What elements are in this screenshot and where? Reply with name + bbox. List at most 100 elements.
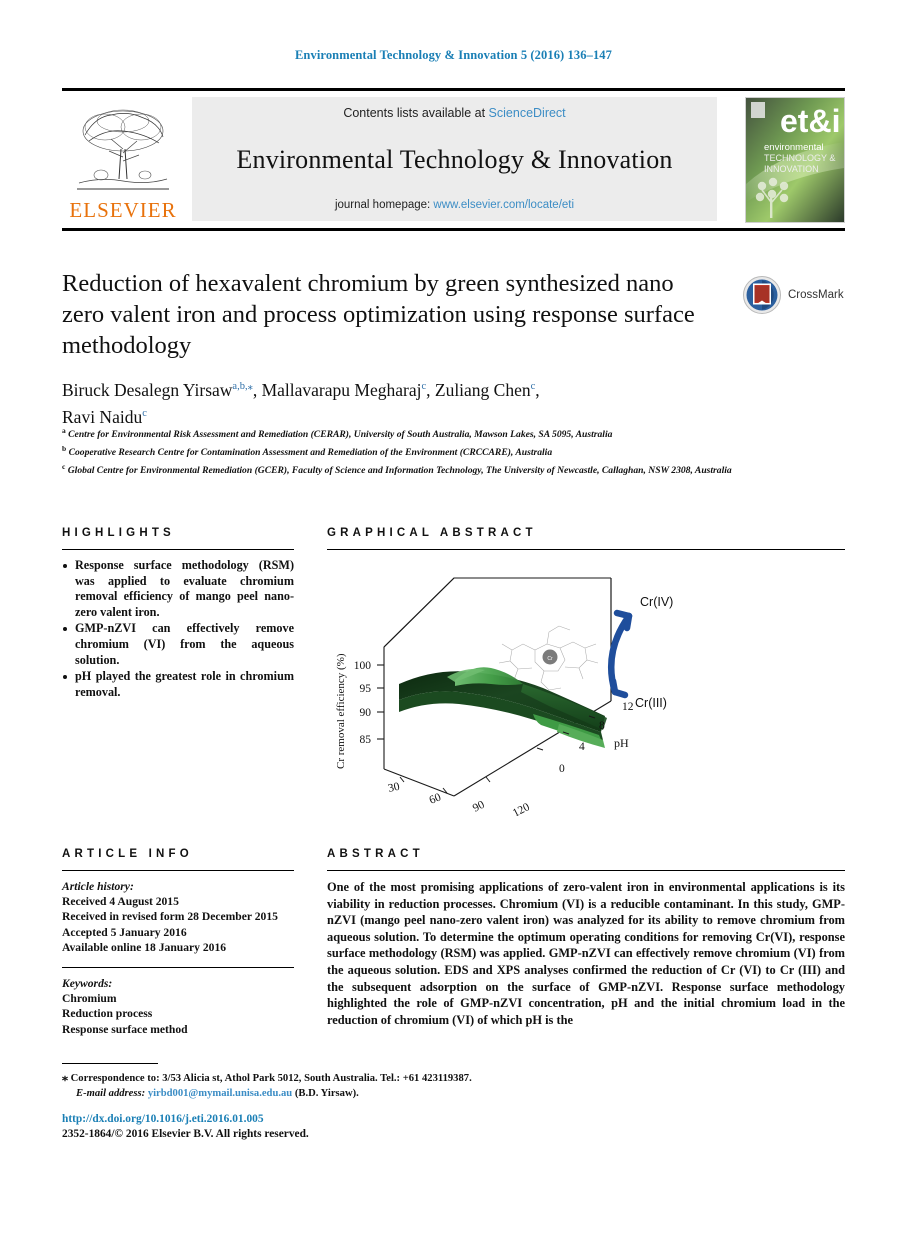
keyword-1: Reduction process xyxy=(62,1007,153,1021)
article-history-block: Article history: Received 4 August 2015 … xyxy=(62,879,294,955)
contents-available-line: Contents lists available at ScienceDirec… xyxy=(343,106,565,120)
elsevier-wordmark: ELSEVIER xyxy=(69,198,177,222)
surface-plot-3d: 100 95 90 85 Cr removal efficiency (%) 3… xyxy=(335,577,673,839)
sciencedirect-link[interactable]: ScienceDirect xyxy=(489,106,566,120)
affiliation-b: b Cooperative Research Centre for Contam… xyxy=(62,442,762,460)
annotation-cr-iv: Cr(IV) xyxy=(640,595,673,609)
author-name: Biruck Desalegn Yirsaw xyxy=(62,379,233,400)
graphical-abstract-section: GRAPHICAL ABSTRACT 100 95 90 85 Cr remov… xyxy=(327,527,845,839)
y-tick-8: 8 xyxy=(599,720,605,732)
journal-band: Contents lists available at ScienceDirec… xyxy=(192,97,717,221)
crossmark-badge[interactable]: CrossMark xyxy=(742,272,847,318)
author-list: Biruck Desalegn Yirsawa,b,⁎, Mallavarapu… xyxy=(62,375,762,429)
author-sep: , xyxy=(535,379,540,400)
footnote-star: ⁎ xyxy=(62,1070,68,1084)
article-info-section: ARTICLE INFO Article history: Received 4… xyxy=(62,848,294,1037)
journal-homepage-link[interactable]: www.elsevier.com/locate/eti xyxy=(433,199,574,211)
keyword-2: Response surface method xyxy=(62,1022,188,1036)
author-affil-marker: c xyxy=(142,407,147,419)
list-item: pH played the greatest role in chromium … xyxy=(62,669,294,700)
z-tick-95: 95 xyxy=(360,683,372,695)
contents-prefix: Contents lists available at xyxy=(343,106,486,120)
article-history-label: Article history: xyxy=(62,880,134,893)
email-label: E-mail address: xyxy=(76,1087,146,1099)
article-first-page: Environmental Technology & Innovation 5 … xyxy=(0,0,907,1238)
author-sep: , xyxy=(426,379,435,400)
svg-text:TECHNOLOGY &: TECHNOLOGY & xyxy=(764,153,835,163)
author-name: Zuliang Chen xyxy=(434,379,531,400)
affiliation-marker: a xyxy=(62,426,66,435)
author-name: Mallavarapu Megharaj xyxy=(261,379,422,400)
crossmark-icon xyxy=(743,276,781,314)
graphical-abstract-divider xyxy=(327,549,845,550)
affiliation-text: Cooperative Research Centre for Contamin… xyxy=(68,446,553,458)
y-axis-label: pH xyxy=(614,736,629,750)
highlights-divider xyxy=(62,549,294,550)
x-tick-120: 120 xyxy=(511,801,532,816)
x-tick-60: 60 xyxy=(428,791,443,807)
running-head: Environmental Technology & Innovation 5 … xyxy=(294,48,612,62)
history-online: Available online 18 January 2016 xyxy=(62,940,227,954)
keyword-0: Chromium xyxy=(62,992,117,1006)
affiliation-marker: c xyxy=(62,461,66,471)
correspondence-note: ⁎ Correspondence to: 3/53 Alicia st, Ath… xyxy=(62,1070,682,1101)
affiliation-a: a Centre for Environmental Risk Assessme… xyxy=(62,424,762,442)
z-tick-100: 100 xyxy=(354,660,372,672)
history-accepted: Accepted 5 January 2016 xyxy=(62,925,187,939)
footnote-rule xyxy=(62,1063,158,1064)
reduction-arrow xyxy=(607,609,633,699)
keywords-divider xyxy=(62,967,294,969)
keywords-block: Keywords: Chromium Reduction process Res… xyxy=(62,976,294,1037)
author-affil-marker: a,b,⁎ xyxy=(232,381,253,392)
article-info-heading: ARTICLE INFO xyxy=(62,848,193,860)
affiliation-marker: b xyxy=(62,443,67,453)
highlights-section: HIGHLIGHTS Response surface methodology … xyxy=(62,527,294,701)
email-suffix: (B.D. Yirsaw). xyxy=(294,1087,359,1099)
abstract-divider xyxy=(327,870,845,871)
abstract-section: ABSTRACT One of the most promising appli… xyxy=(327,848,845,1028)
affiliation-c: c Global Centre for Environmental Remedi… xyxy=(62,460,762,478)
elsevier-tree-icon xyxy=(77,109,169,190)
z-tick-85: 85 xyxy=(360,734,372,746)
svg-text:et&i: et&i xyxy=(780,103,840,139)
doi-link[interactable]: http://dx.doi.org/10.1016/j.eti.2016.01.… xyxy=(62,1112,264,1127)
crossmark-label: CrossMark xyxy=(788,289,844,301)
x-tick-30: 30 xyxy=(387,781,401,795)
email-link[interactable]: yirbd001@mymail.unisa.edu.au xyxy=(148,1088,292,1099)
affiliation-text: Global Centre for Environmental Remediat… xyxy=(67,464,732,476)
affiliation-text: Centre for Environmental Risk Assessment… xyxy=(68,429,613,441)
x-tick-90: 90 xyxy=(471,799,487,815)
svg-text:Cr: Cr xyxy=(547,656,553,662)
surface-mesh xyxy=(399,667,607,748)
history-received: Received 4 August 2015 xyxy=(62,895,179,909)
graphical-abstract-figure: 100 95 90 85 Cr removal efficiency (%) 3… xyxy=(327,564,845,839)
masthead-bottom-rule xyxy=(62,228,845,231)
y-tick-0: 0 xyxy=(559,763,565,775)
highlights-heading: HIGHLIGHTS xyxy=(62,527,175,539)
journal-title: Environmental Technology & Innovation xyxy=(236,144,673,174)
homepage-prefix: journal homepage: xyxy=(334,199,431,211)
y-tick-12: 12 xyxy=(622,701,634,713)
author-2: Zuliang Chenc, xyxy=(435,380,540,400)
abstract-text: One of the most promising applications o… xyxy=(327,880,845,1027)
journal-homepage-line: journal homepage: www.elsevier.com/locat… xyxy=(335,199,574,211)
highlights-list: Response surface methodology (RSM) was a… xyxy=(62,558,294,700)
affiliation-list: a Centre for Environmental Risk Assessme… xyxy=(62,424,762,477)
annotation-cr-iii: Cr(III) xyxy=(635,696,667,710)
history-revised: Received in revised form 28 December 201… xyxy=(62,910,278,924)
correspondence-text: Correspondence to: 3/53 Alicia st, Athol… xyxy=(70,1073,472,1084)
author-0: Biruck Desalegn Yirsawa,b,⁎, xyxy=(62,380,262,400)
elsevier-logo: ELSEVIER xyxy=(62,97,184,221)
article-info-divider xyxy=(62,870,294,871)
y-tick-4: 4 xyxy=(579,741,585,753)
z-axis: 100 95 90 85 Cr removal efficiency (%) xyxy=(335,653,384,769)
z-axis-label: Cr removal efficiency (%) xyxy=(335,653,347,769)
svg-text:INNOVATION: INNOVATION xyxy=(764,164,819,174)
keywords-label: Keywords: xyxy=(62,977,113,991)
x-axis: 30 60 90 120 [GMP-nZVI] xyxy=(387,776,532,839)
author-sep: , xyxy=(252,379,262,400)
list-item: Response surface methodology (RSM) was a… xyxy=(62,558,294,620)
journal-cover-thumbnail: et&i environmental TECHNOLOGY & INNOVATI… xyxy=(745,97,845,223)
journal-cover-image: et&i environmental TECHNOLOGY & INNOVATI… xyxy=(746,98,844,222)
z-tick-90: 90 xyxy=(360,707,372,719)
